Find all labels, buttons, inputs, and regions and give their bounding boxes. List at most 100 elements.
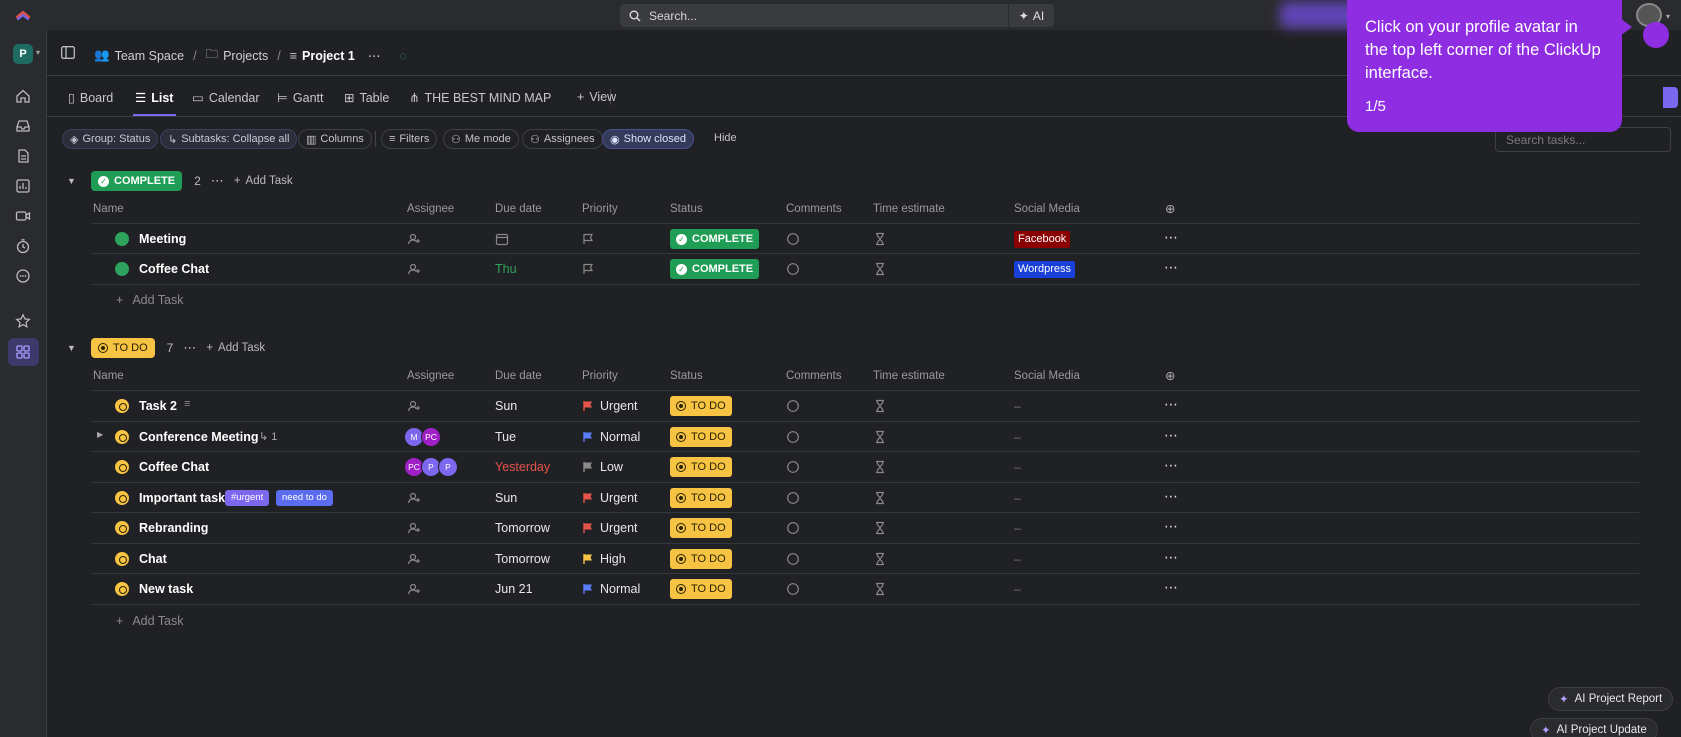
collapse-caret-icon[interactable]: ▼	[67, 176, 81, 186]
ai-project-report-button[interactable]: ✦ AI Project Report	[1548, 687, 1674, 711]
subtask-count[interactable]: ↳ 1	[259, 430, 277, 443]
star-icon[interactable]	[15, 313, 31, 329]
row-more-icon[interactable]: ⋯	[1164, 396, 1179, 413]
status-todo-icon[interactable]	[115, 521, 129, 535]
add-assignee-icon[interactable]	[407, 491, 421, 505]
social-media-empty[interactable]: –	[1014, 582, 1021, 596]
tab-gantt[interactable]: ⊨ Gantt	[277, 90, 323, 106]
me-mode-chip[interactable]: ⚇ Me mode	[443, 129, 519, 149]
collapse-caret-icon[interactable]: ▼	[67, 343, 81, 353]
flag-normal-icon[interactable]	[582, 583, 594, 595]
comment-icon[interactable]	[786, 430, 800, 444]
hourglass-icon[interactable]	[873, 232, 887, 246]
tab-list[interactable]: ☰ List	[135, 90, 173, 106]
timesheets-icon[interactable]	[15, 238, 31, 254]
show-closed-chip[interactable]: ◉ Show closed	[602, 129, 694, 149]
add-view-button[interactable]: + View	[577, 90, 616, 104]
hourglass-icon[interactable]	[873, 399, 887, 413]
due-date[interactable]: Tomorrow	[495, 521, 550, 535]
social-media-empty[interactable]: –	[1014, 552, 1021, 566]
status-badge[interactable]: TO DO	[91, 338, 155, 358]
clips-icon[interactable]	[15, 208, 31, 224]
flag-urgent-icon[interactable]	[582, 400, 594, 412]
due-date[interactable]: Tue	[495, 430, 516, 444]
comment-icon[interactable]	[786, 232, 800, 246]
calendar-add-icon[interactable]	[495, 232, 509, 246]
status-todo-icon[interactable]	[115, 430, 129, 444]
task-name[interactable]: Task 2	[139, 399, 177, 413]
spaces-grid-icon[interactable]	[15, 344, 31, 360]
flag-low-icon[interactable]	[582, 461, 594, 473]
flag-normal-icon[interactable]	[582, 431, 594, 443]
more-options-icon[interactable]: ⋯	[211, 173, 224, 189]
status-pill[interactable]: TO DO	[670, 549, 732, 569]
assignee-avatar[interactable]: PC	[421, 427, 441, 447]
column-header-name[interactable]: Name	[93, 203, 124, 215]
add-column-icon[interactable]: ⊕	[1165, 201, 1175, 216]
priority-label[interactable]: Urgent	[600, 521, 638, 535]
chevron-down-icon[interactable]: ▾	[36, 48, 40, 57]
subtasks-chip[interactable]: ↳ Subtasks: Collapse all	[160, 129, 298, 149]
status-pill[interactable]: ✓ COMPLETE	[670, 259, 760, 279]
row-more-icon[interactable]: ⋯	[1164, 518, 1179, 535]
inbox-icon[interactable]	[15, 118, 31, 134]
home-icon[interactable]	[15, 88, 31, 104]
docs-icon[interactable]	[15, 148, 31, 164]
status-todo-icon[interactable]	[115, 491, 129, 505]
workspace-avatar[interactable]: P	[13, 44, 33, 64]
tooltip-hotspot[interactable]	[1643, 22, 1669, 48]
due-date[interactable]: Sun	[495, 491, 517, 505]
breadcrumb-folder[interactable]: Projects	[223, 49, 268, 63]
social-media-empty[interactable]: –	[1014, 460, 1021, 474]
status-pill[interactable]: TO DO	[670, 457, 732, 477]
row-more-icon[interactable]: ⋯	[1164, 579, 1179, 596]
task-name[interactable]: Important task	[139, 491, 225, 505]
comment-icon[interactable]	[786, 262, 800, 276]
more-options-icon[interactable]: ⋯	[368, 48, 381, 63]
sidebar-toggle-icon[interactable]	[61, 46, 75, 59]
column-header-priority[interactable]: Priority	[582, 370, 618, 382]
tab-mind-map[interactable]: ⋔ THE BEST MIND MAP	[409, 90, 551, 106]
task-name[interactable]: Meeting	[139, 232, 186, 246]
comment-icon[interactable]	[786, 491, 800, 505]
add-assignee-icon[interactable]	[407, 521, 421, 535]
column-header-status[interactable]: Status	[670, 370, 703, 382]
column-header-time-estimate[interactable]: Time estimate	[873, 370, 945, 382]
comment-icon[interactable]	[786, 399, 800, 413]
status-pill[interactable]: TO DO	[670, 579, 732, 599]
priority-label[interactable]: Normal	[600, 582, 640, 596]
ai-project-update-button[interactable]: ✦ AI Project Update	[1530, 718, 1658, 737]
status-pill[interactable]: TO DO	[670, 488, 732, 508]
hourglass-icon[interactable]	[873, 262, 887, 276]
breadcrumb-space[interactable]: Team Space	[115, 49, 184, 63]
tab-table[interactable]: ⊞ Table	[344, 90, 389, 106]
status-pill[interactable]: TO DO	[670, 396, 732, 416]
column-header-due-date[interactable]: Due date	[495, 203, 542, 215]
column-header-social-media[interactable]: Social Media	[1014, 370, 1080, 382]
filters-chip[interactable]: ≡ Filters	[381, 129, 438, 149]
column-header-time-estimate[interactable]: Time estimate	[873, 203, 945, 215]
add-assignee-icon[interactable]	[407, 232, 421, 246]
add-assignee-icon[interactable]	[407, 399, 421, 413]
hourglass-icon[interactable]	[873, 491, 887, 505]
priority-label[interactable]: Low	[600, 460, 623, 474]
due-date[interactable]: Jun 21	[495, 582, 533, 596]
social-media-empty[interactable]: –	[1014, 491, 1021, 505]
row-more-icon[interactable]: ⋯	[1164, 549, 1179, 566]
add-task-row[interactable]: + Add Task	[116, 614, 184, 628]
row-more-icon[interactable]: ⋯	[1164, 259, 1179, 276]
status-pill[interactable]: TO DO	[670, 518, 732, 538]
column-header-priority[interactable]: Priority	[582, 203, 618, 215]
task-name[interactable]: Coffee Chat	[139, 262, 209, 276]
column-header-assignee[interactable]: Assignee	[407, 370, 454, 382]
status-pill[interactable]: ✓ COMPLETE	[670, 229, 760, 249]
priority-label[interactable]: High	[600, 552, 626, 566]
column-header-name[interactable]: Name	[93, 370, 124, 382]
status-todo-icon[interactable]	[115, 460, 129, 474]
hourglass-icon[interactable]	[873, 430, 887, 444]
social-media-empty[interactable]: –	[1014, 430, 1021, 444]
row-more-icon[interactable]: ⋯	[1164, 427, 1179, 444]
hide-button[interactable]: Hide	[714, 132, 737, 144]
tab-board[interactable]: ▯ Board	[68, 90, 113, 106]
assignees-chip[interactable]: ⚇ Assignees	[522, 129, 603, 149]
